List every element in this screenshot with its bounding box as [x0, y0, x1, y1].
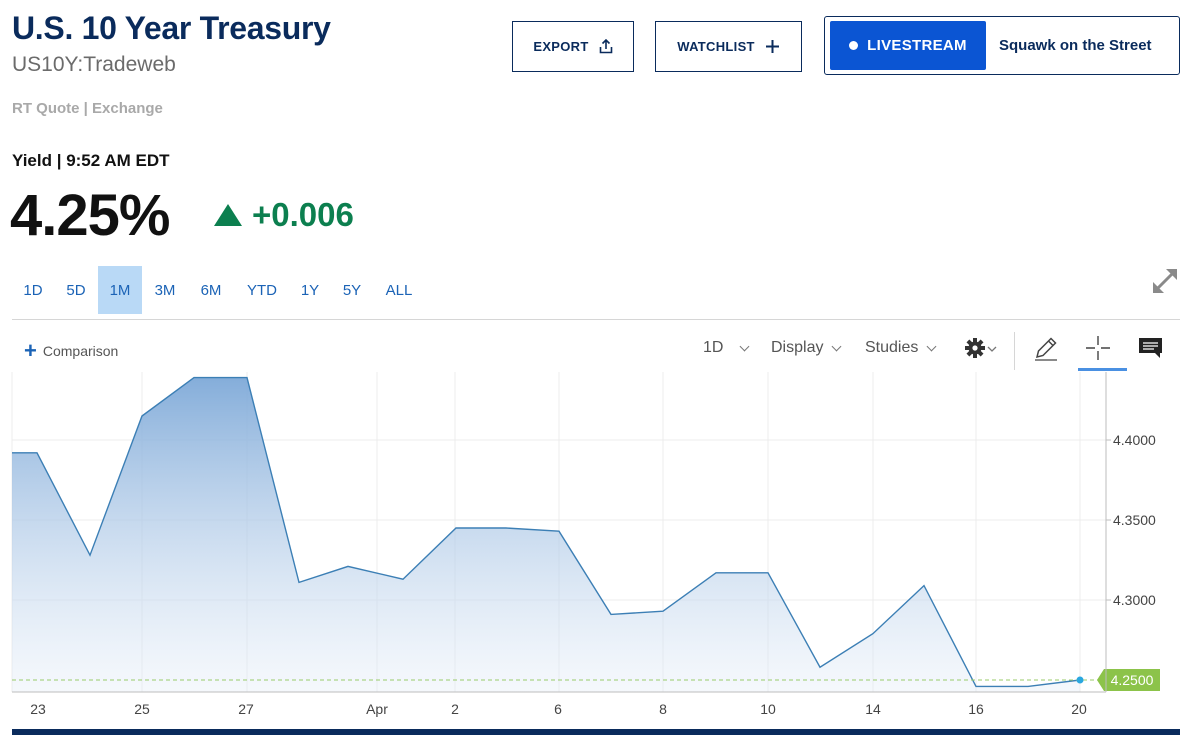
x-tick-label: Apr — [366, 701, 388, 717]
chevron-down-icon — [832, 341, 842, 352]
pencil-icon[interactable] — [1031, 333, 1061, 363]
range-tab-1y[interactable]: 1Y — [290, 266, 330, 314]
x-tick-label: 2 — [451, 701, 459, 717]
x-tick-label: 14 — [865, 701, 881, 717]
export-label: EXPORT — [533, 39, 589, 54]
x-tick-label: 6 — [554, 701, 562, 717]
x-tick-label: 23 — [30, 701, 46, 717]
plus-icon — [765, 40, 779, 53]
range-tab-5y[interactable]: 5Y — [330, 266, 374, 314]
up-arrow-icon — [214, 204, 242, 226]
plus-icon: + — [24, 338, 37, 363]
comment-icon[interactable] — [1136, 333, 1166, 363]
comparison-label: Comparison — [42, 343, 119, 359]
crosshair-icon[interactable] — [1083, 333, 1113, 363]
last-value-label: 4.2500 — [1111, 672, 1154, 688]
live-dot-icon — [849, 41, 859, 50]
divider — [12, 319, 1180, 320]
range-tab-1m[interactable]: 1M — [98, 266, 142, 314]
share-icon — [599, 39, 612, 54]
x-tick-label: 16 — [968, 701, 984, 717]
x-tick-label: 20 — [1071, 701, 1087, 717]
range-tab-all[interactable]: ALL — [374, 266, 424, 314]
y-tick-label: 4.4000 — [1113, 432, 1156, 448]
settings-gear-icon[interactable] — [964, 335, 1000, 365]
range-tab-1d[interactable]: 1D — [12, 266, 54, 314]
watchlist-label: WATCHLIST — [677, 39, 755, 54]
page-title: U.S. 10 Year Treasury — [12, 10, 331, 46]
series-area — [12, 377, 1080, 692]
chevron-down-icon — [926, 341, 937, 352]
quote-source: RT Quote | Exchange — [12, 100, 163, 117]
range-tab-5d[interactable]: 5D — [54, 266, 98, 314]
toolbar-separator — [1014, 332, 1015, 370]
last-price: 4.25% — [10, 183, 170, 248]
livestream-label: LIVESTREAM — [867, 37, 967, 54]
range-tab-3m[interactable]: 3M — [142, 266, 188, 314]
price-change: +0.006 — [214, 196, 354, 234]
yield-timestamp: Yield | 9:52 AM EDT — [12, 151, 170, 170]
x-tick-label: 8 — [659, 701, 667, 717]
display-label: Display — [771, 339, 824, 356]
range-tab-6m[interactable]: 6M — [188, 266, 234, 314]
active-tool-underline — [1078, 368, 1127, 371]
watchlist-button[interactable]: WATCHLIST — [655, 21, 802, 72]
last-point-marker — [1076, 676, 1084, 684]
y-tick-label: 4.3500 — [1113, 512, 1156, 528]
studies-dropdown[interactable]: Studies — [865, 339, 937, 357]
chevron-down-icon — [740, 341, 750, 352]
livestream-button[interactable]: LIVESTREAM — [830, 21, 986, 70]
display-dropdown[interactable]: Display — [771, 339, 842, 357]
livestream-show-link[interactable]: Squawk on the Street — [999, 37, 1152, 54]
y-tick-label: 4.3000 — [1113, 592, 1156, 608]
range-tabs: 1D 5D 1M 3M 6M YTD 1Y 5Y ALL — [12, 266, 424, 314]
range-tab-ytd[interactable]: YTD — [234, 266, 290, 314]
footer-bar — [12, 729, 1180, 735]
livestream-box: LIVESTREAM Squawk on the Street — [824, 16, 1180, 75]
interval-dropdown[interactable]: 1D — [703, 339, 750, 357]
ticker-symbol: US10Y:Tradeweb — [12, 53, 176, 76]
expand-icon[interactable] — [1148, 264, 1182, 298]
comparison-button[interactable]: + Comparison — [24, 338, 119, 363]
interval-label: 1D — [703, 339, 724, 356]
yield-chart[interactable]: 4.2500 4.4000 4.3500 4.3000 23 25 27 Apr 2 6 8 10… — [0, 372, 1200, 727]
export-button[interactable]: EXPORT — [512, 21, 634, 72]
change-value: +0.006 — [252, 196, 354, 233]
x-tick-label: 27 — [238, 701, 254, 717]
studies-label: Studies — [865, 339, 919, 356]
x-tick-label: 25 — [134, 701, 150, 717]
x-tick-label: 10 — [760, 701, 776, 717]
